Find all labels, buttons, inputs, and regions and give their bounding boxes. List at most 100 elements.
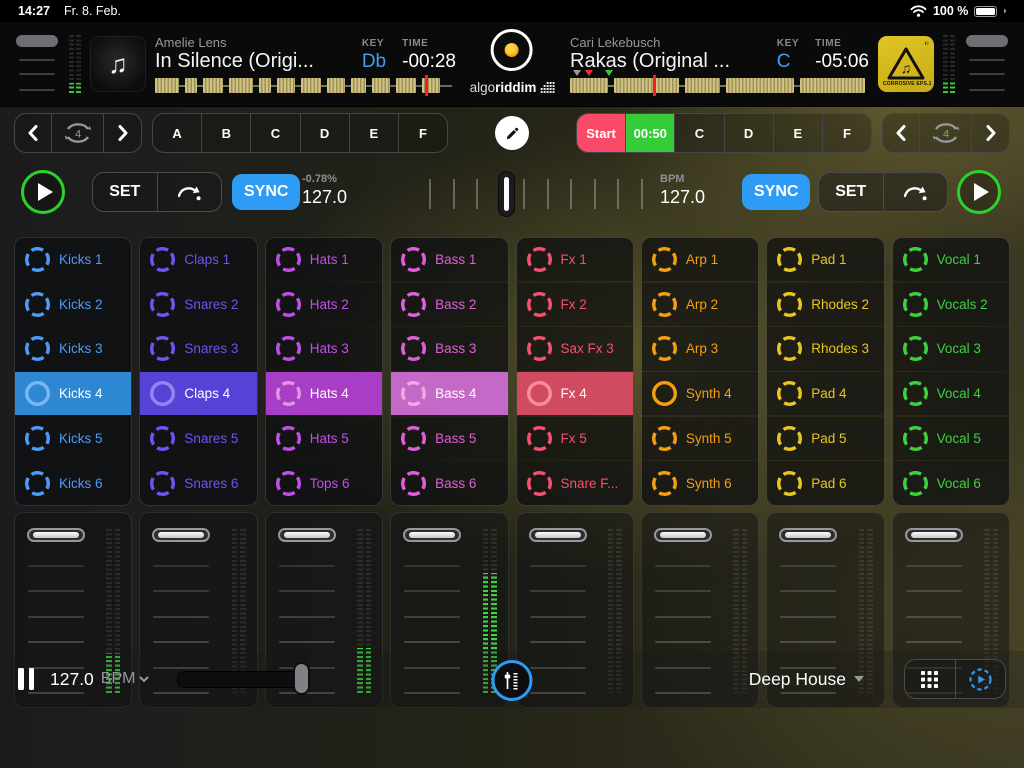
cue-c[interactable]: C xyxy=(675,114,724,152)
pad-bass-1[interactable]: Bass 1 xyxy=(391,238,507,281)
mixer-button[interactable] xyxy=(492,660,533,701)
pad-kicks-6[interactable]: Kicks 6 xyxy=(15,461,131,504)
loop-length-button-right[interactable]: 4 xyxy=(920,114,972,152)
loop-length-button-left[interactable]: 4 xyxy=(52,114,104,152)
fader-handle[interactable] xyxy=(403,528,461,542)
pad-kicks-2[interactable]: Kicks 2 xyxy=(15,283,131,326)
fader-handle[interactable] xyxy=(529,528,587,542)
pad-bass-5[interactable]: Bass 5 xyxy=(391,417,507,460)
pad-kicks-4[interactable]: Kicks 4 xyxy=(15,372,131,415)
preset-dropdown[interactable]: Deep House xyxy=(749,669,864,690)
edit-cues-button[interactable] xyxy=(495,116,529,150)
pad-synth-6[interactable]: Synth 6 xyxy=(642,461,758,504)
cue-e[interactable]: E xyxy=(350,114,399,152)
cue-f[interactable]: F xyxy=(823,114,871,152)
pad-vocals-2[interactable]: Vocals 2 xyxy=(893,283,1009,326)
pad-vocal-3[interactable]: Vocal 3 xyxy=(893,327,1009,370)
pad-synth-5[interactable]: Synth 5 xyxy=(642,417,758,460)
cue-f[interactable]: F xyxy=(399,114,447,152)
cue-start[interactable]: Start xyxy=(577,114,626,152)
sync-button-right[interactable]: SYNC xyxy=(742,174,810,210)
pad-snares-3[interactable]: Snares 3 xyxy=(140,327,256,370)
grid-view-button[interactable] xyxy=(905,660,956,698)
pad-vocal-5[interactable]: Vocal 5 xyxy=(893,417,1009,460)
set-cue-button[interactable]: SET xyxy=(93,173,158,211)
deck-left-waveform[interactable] xyxy=(155,78,452,93)
loop-halve-button[interactable] xyxy=(15,114,52,152)
pad-rhodes-2[interactable]: Rhodes 2 xyxy=(767,283,883,326)
pad-fx-4[interactable]: Fx 4 xyxy=(517,372,633,415)
fader-handle[interactable] xyxy=(905,528,963,542)
pad-hats-1[interactable]: Hats 1 xyxy=(266,238,382,281)
pad-bass-2[interactable]: Bass 2 xyxy=(391,283,507,326)
cue-b[interactable]: B xyxy=(202,114,251,152)
tempo-handle[interactable] xyxy=(498,171,515,217)
fader-handle[interactable] xyxy=(779,528,837,542)
pad-hats-2[interactable]: Hats 2 xyxy=(266,283,382,326)
pad-kicks-1[interactable]: Kicks 1 xyxy=(15,238,131,281)
pad-arp-1[interactable]: Arp 1 xyxy=(642,238,758,281)
pad-pad-1[interactable]: Pad 1 xyxy=(767,238,883,281)
cue-d[interactable]: D xyxy=(725,114,774,152)
tempo-slider[interactable] xyxy=(425,171,645,217)
set-cue-button[interactable]: SET xyxy=(819,173,884,211)
master-bpm-dropdown[interactable]: BPM xyxy=(101,670,150,688)
pad-fx-1[interactable]: Fx 1 xyxy=(517,238,633,281)
pad-fx-2[interactable]: Fx 2 xyxy=(517,283,633,326)
pad-synth-4[interactable]: Synth 4 xyxy=(642,372,758,415)
fader-handle[interactable] xyxy=(966,35,1008,47)
pad-hats-3[interactable]: Hats 3 xyxy=(266,327,382,370)
looper-view-button[interactable] xyxy=(956,660,1006,698)
pad-fx-5[interactable]: Fx 5 xyxy=(517,417,633,460)
pad-vocal-6[interactable]: Vocal 6 xyxy=(893,461,1009,504)
deck-left-volume-fader[interactable] xyxy=(14,33,60,95)
play-button-left[interactable] xyxy=(21,170,65,214)
pad-snares-6[interactable]: Snares 6 xyxy=(140,461,256,504)
fader-handle[interactable] xyxy=(27,528,85,542)
cue-e[interactable]: E xyxy=(774,114,823,152)
deck-left-album-art[interactable]: ♫ xyxy=(90,36,146,92)
fader-handle[interactable] xyxy=(16,35,58,47)
pad-vocal-4[interactable]: Vocal 4 xyxy=(893,372,1009,415)
cue-c[interactable]: C xyxy=(251,114,300,152)
loop-halve-button[interactable] xyxy=(883,114,920,152)
play-button-right[interactable] xyxy=(957,170,1001,214)
fader-handle[interactable] xyxy=(152,528,210,542)
loop-double-button[interactable] xyxy=(972,114,1009,152)
cue-00-50[interactable]: 00:50 xyxy=(626,114,675,152)
pad-pad-6[interactable]: Pad 6 xyxy=(767,461,883,504)
cue-d[interactable]: D xyxy=(301,114,350,152)
pad-hats-4[interactable]: Hats 4 xyxy=(266,372,382,415)
deck-right-waveform[interactable] xyxy=(570,78,865,93)
pause-button[interactable] xyxy=(18,668,34,690)
master-tempo-slider[interactable] xyxy=(177,671,307,688)
sync-button-left[interactable]: SYNC xyxy=(232,174,300,210)
pad-bass-4[interactable]: Bass 4 xyxy=(391,372,507,415)
pad-claps-1[interactable]: Claps 1 xyxy=(140,238,256,281)
pad-snare-f[interactable]: Snare F... xyxy=(517,461,633,504)
loop-double-button[interactable] xyxy=(104,114,141,152)
pad-rhodes-3[interactable]: Rhodes 3 xyxy=(767,327,883,370)
slider-handle[interactable] xyxy=(293,662,310,695)
pad-snares-2[interactable]: Snares 2 xyxy=(140,283,256,326)
pad-snares-5[interactable]: Snares 5 xyxy=(140,417,256,460)
jump-cue-button[interactable] xyxy=(158,173,222,211)
pad-kicks-3[interactable]: Kicks 3 xyxy=(15,327,131,370)
fader-handle[interactable] xyxy=(278,528,336,542)
pad-claps-4[interactable]: Claps 4 xyxy=(140,372,256,415)
deck-right-volume-fader[interactable] xyxy=(964,33,1010,95)
pad-sax-fx-3[interactable]: Sax Fx 3 xyxy=(517,327,633,370)
cue-a[interactable]: A xyxy=(153,114,202,152)
pad-arp-3[interactable]: Arp 3 xyxy=(642,327,758,370)
pad-vocal-1[interactable]: Vocal 1 xyxy=(893,238,1009,281)
fader-handle[interactable] xyxy=(654,528,712,542)
pad-tops-6[interactable]: Tops 6 xyxy=(266,461,382,504)
pad-pad-5[interactable]: Pad 5 xyxy=(767,417,883,460)
pad-kicks-5[interactable]: Kicks 5 xyxy=(15,417,131,460)
pad-arp-2[interactable]: Arp 2 xyxy=(642,283,758,326)
pad-bass-3[interactable]: Bass 3 xyxy=(391,327,507,370)
jump-cue-button[interactable] xyxy=(884,173,948,211)
pad-pad-4[interactable]: Pad 4 xyxy=(767,372,883,415)
pad-bass-6[interactable]: Bass 6 xyxy=(391,461,507,504)
pad-hats-5[interactable]: Hats 5 xyxy=(266,417,382,460)
